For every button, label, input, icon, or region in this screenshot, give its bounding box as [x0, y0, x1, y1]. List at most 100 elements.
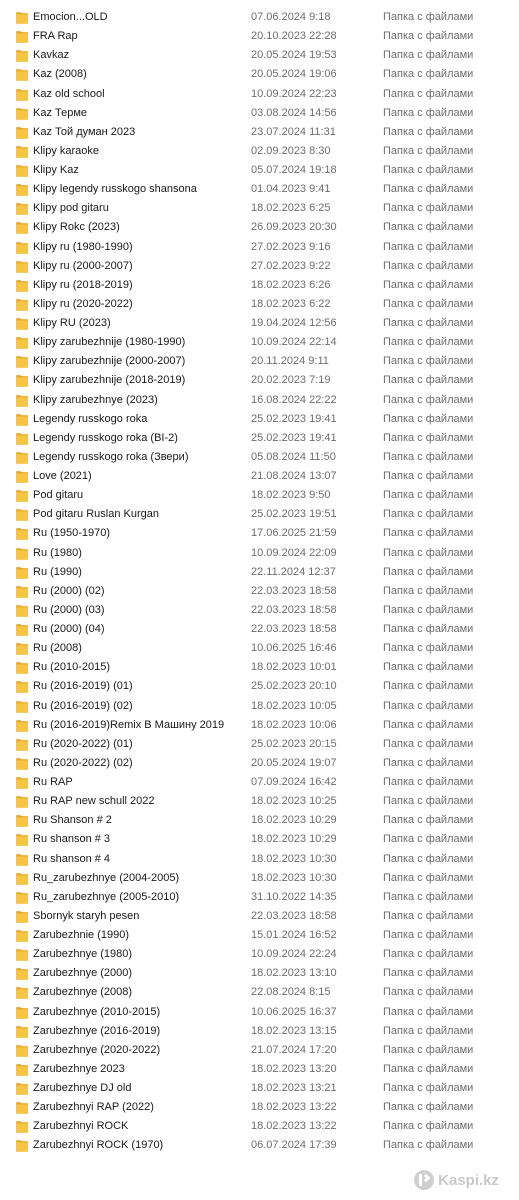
list-item[interactable]: Klipy zarubezhnije (1980-1990) 10.09.202… [0, 333, 519, 352]
folder-name: Zarubezhnyi RAP (2022) [33, 1101, 154, 1114]
folder-icon [16, 355, 28, 369]
list-item[interactable]: Ru RAP new schull 2022 18.02.2023 10:25 … [0, 792, 519, 811]
list-item[interactable]: Ru (2016-2019) (02) 18.02.2023 10:05 Пап… [0, 697, 519, 716]
file-type: Папка с файлами [383, 527, 474, 540]
list-item[interactable]: Klipy Kaz 05.07.2024 19:18 Папка с файла… [0, 161, 519, 180]
list-item[interactable]: Ru (2020-2022) (02) 20.05.2024 19:07 Пап… [0, 754, 519, 773]
file-type: Папка с файлами [383, 852, 474, 865]
modified-date: 18.02.2023 10:30 [251, 871, 337, 884]
list-item[interactable]: Klipy legendy russkogo shansona 01.04.20… [0, 180, 519, 199]
list-item[interactable]: Zarubezhnye (2008) 22.08.2024 8:15 Папка… [0, 983, 519, 1002]
list-item[interactable]: Ru (2010-2015) 18.02.2023 10:01 Папка с … [0, 658, 519, 677]
list-item[interactable]: Legendy russkogo roka 25.02.2023 19:41 П… [0, 410, 519, 429]
folder-icon [16, 891, 28, 904]
folder-icon [16, 604, 28, 617]
list-item[interactable]: Ru (1980) 10.09.2024 22:09 Папка с файла… [0, 544, 519, 563]
modified-date: 18.02.2023 9:50 [251, 489, 331, 502]
file-type: Папка с файлами [383, 1062, 474, 1075]
file-type: Папка с файлами [383, 336, 474, 349]
list-item[interactable]: Ru (2000) (04) 22.03.2023 18:58 Папка с … [0, 620, 519, 639]
list-item[interactable]: Zarubezhnyi RAP (2022) 18.02.2023 13:22 … [0, 1098, 519, 1117]
list-item[interactable]: Ru_zarubezhnye (2004-2005) 18.02.2023 10… [0, 869, 519, 888]
folder-icon [16, 948, 28, 961]
folder-name: Ru (2000) (03) [33, 603, 105, 616]
list-item[interactable]: Pod gitaru 18.02.2023 9:50 Папка с файла… [0, 486, 519, 505]
list-item[interactable]: Ru (2008) 10.06.2025 16:46 Папка с файла… [0, 639, 519, 658]
folder-name: Kaz Терме [33, 106, 88, 119]
modified-date: 18.02.2023 6:26 [251, 278, 331, 291]
file-type: Папка с файлами [383, 393, 474, 406]
list-item[interactable]: Ru Shanson # 2 18.02.2023 10:29 Папка с … [0, 811, 519, 830]
folder-icon [16, 1139, 28, 1153]
list-item[interactable]: Klipy zarubezhnye (2023) 16.08.2024 22:2… [0, 391, 519, 410]
file-type: Папка с файлами [383, 623, 474, 635]
folder-name: Ru shanson # 4 [33, 852, 111, 865]
list-item[interactable]: Ru RAP 07.09.2024 16:42 Папка с файлами [0, 773, 519, 792]
list-item[interactable]: Ru shanson # 4 18.02.2023 10:30 Папка с … [0, 850, 519, 869]
list-item[interactable]: Zarubezhnye (2000) 18.02.2023 13:10 Папк… [0, 964, 519, 983]
file-type: Папка с файлами [383, 431, 474, 444]
folder-icon [16, 183, 28, 196]
list-item[interactable]: Zarubezhnye (2010-2015) 10.06.2025 16:37… [0, 1003, 519, 1022]
list-item[interactable]: Kavkaz 20.05.2024 19:53 Папка с файлами [0, 46, 519, 65]
folder-icon [16, 700, 28, 713]
list-item[interactable]: Zarubezhnye (1980) 10.09.2024 22:24 Папк… [0, 945, 519, 964]
list-item[interactable]: Klipy karaoke 02.09.2023 8:30 Папка с фа… [0, 142, 519, 161]
list-item[interactable]: Emocion...OLD 07.06.2024 9:18 Папка с фа… [0, 8, 519, 27]
list-item[interactable]: Klipy zarubezhnije (2018-2019) 20.02.202… [0, 371, 519, 390]
folder-icon [16, 1025, 28, 1038]
list-item[interactable]: Zarubezhnie (1990) 15.01.2024 16:52 Папк… [0, 926, 519, 945]
folder-name: Klipy zarubezhnije (2000-2007) [33, 355, 186, 368]
modified-date: 18.02.2023 13:20 [251, 1062, 337, 1075]
folder-icon [16, 508, 28, 522]
list-item[interactable]: Klipy ru (2020-2022) 18.02.2023 6:22 Пап… [0, 295, 519, 314]
list-item[interactable]: Klipy Rokc (2023) 26.09.2023 20:30 Папка… [0, 218, 519, 237]
list-item[interactable]: Ru (2000) (02) 22.03.2023 18:58 Папка с … [0, 582, 519, 601]
modified-date: 18.02.2023 10:30 [251, 852, 337, 865]
list-item[interactable]: Klipy ru (1980-1990) 27.02.2023 9:16 Пап… [0, 238, 519, 257]
list-item[interactable]: Kaz Той думан 2023 23.07.2024 11:31 Папк… [0, 123, 519, 142]
list-item[interactable]: Ru_zarubezhnye (2005-2010) 31.10.2022 14… [0, 888, 519, 907]
folder-icon [16, 279, 28, 292]
list-item[interactable]: Sbornyk staryh pesen 22.03.2023 18:58 Па… [0, 907, 519, 926]
list-item[interactable]: Zarubezhnyi ROCK (1970) 06.07.2024 17:39… [0, 1136, 519, 1155]
folder-icon [16, 776, 28, 789]
list-item[interactable]: Pod gitaru Ruslan Kurgan 25.02.2023 19:5… [0, 505, 519, 524]
modified-date: 20.10.2023 22:28 [251, 30, 337, 43]
list-item[interactable]: Klipy pod gitaru 18.02.2023 6:25 Папка с… [0, 199, 519, 218]
list-item[interactable]: Legendy russkogo roka (Звери) 05.08.2024… [0, 448, 519, 467]
list-item[interactable]: Klipy zarubezhnije (2000-2007) 20.11.202… [0, 352, 519, 371]
list-item[interactable]: FRA Rap 20.10.2023 22:28 Папка с файлами [0, 27, 519, 46]
list-item[interactable]: Zarubezhnye (2020-2022) 21.07.2024 17:20… [0, 1041, 519, 1060]
list-item[interactable]: Ru (2000) (03) 22.03.2023 18:58 Папка с … [0, 601, 519, 620]
list-item[interactable]: Kaz old school 10.09.2024 22:23 Папка с … [0, 85, 519, 104]
modified-date: 07.06.2024 9:18 [251, 11, 331, 23]
list-item[interactable]: Ru (1990) 22.11.2024 12:37 Папка с файла… [0, 563, 519, 582]
list-item[interactable]: Ru shanson # 3 18.02.2023 10:29 Папка с … [0, 830, 519, 849]
file-type: Папка с файлами [383, 278, 474, 291]
modified-date: 18.02.2023 10:06 [251, 718, 337, 731]
folder-name: Kaz (2008) [33, 68, 87, 81]
list-item[interactable]: Klipy RU (2023) 19.04.2024 12:56 Папка с… [0, 314, 519, 333]
list-item[interactable]: Klipy ru (2000-2007) 27.02.2023 9:22 Пап… [0, 257, 519, 276]
modified-date: 17.06.2025 21:59 [251, 527, 337, 540]
list-item[interactable]: Ru (2016-2019) (01) 25.02.2023 20:10 Пап… [0, 677, 519, 696]
list-item[interactable]: Kaz (2008) 20.05.2024 19:06 Папка с файл… [0, 65, 519, 84]
list-item[interactable]: Kaz Терме 03.08.2024 14:56 Папка с файла… [0, 104, 519, 123]
folder-icon [16, 432, 28, 445]
list-item[interactable]: Zarubezhnye DJ old 18.02.2023 13:21 Папк… [0, 1079, 519, 1098]
list-item[interactable]: Zarubezhnye (2016-2019) 18.02.2023 13:15… [0, 1022, 519, 1041]
list-item[interactable]: Klipy ru (2018-2019) 18.02.2023 6:26 Пап… [0, 276, 519, 295]
list-item[interactable]: Ru (2016-2019)Remix В Машину 2019 18.02.… [0, 716, 519, 735]
list-item[interactable]: Love (2021) 21.08.2024 13:07 Папка с фай… [0, 467, 519, 486]
folder-icon [16, 30, 28, 43]
folder-icon [16, 872, 28, 885]
list-item[interactable]: Legendy russkogo roka (BI-2) 25.02.2023 … [0, 429, 519, 448]
folder-name: Ru (2008) [33, 642, 82, 655]
folder-name: Ru (2000) (04) [33, 623, 105, 635]
folder-icon [16, 1120, 28, 1134]
list-item[interactable]: Zarubezhnyi ROCK 18.02.2023 13:22 Папка … [0, 1117, 519, 1136]
list-item[interactable]: Ru (2020-2022) (01) 25.02.2023 20:15 Пап… [0, 735, 519, 754]
list-item[interactable]: Zarubezhnye 2023 18.02.2023 13:20 Папка … [0, 1060, 519, 1079]
list-item[interactable]: Ru (1950-1970) 17.06.2025 21:59 Папка с … [0, 524, 519, 543]
